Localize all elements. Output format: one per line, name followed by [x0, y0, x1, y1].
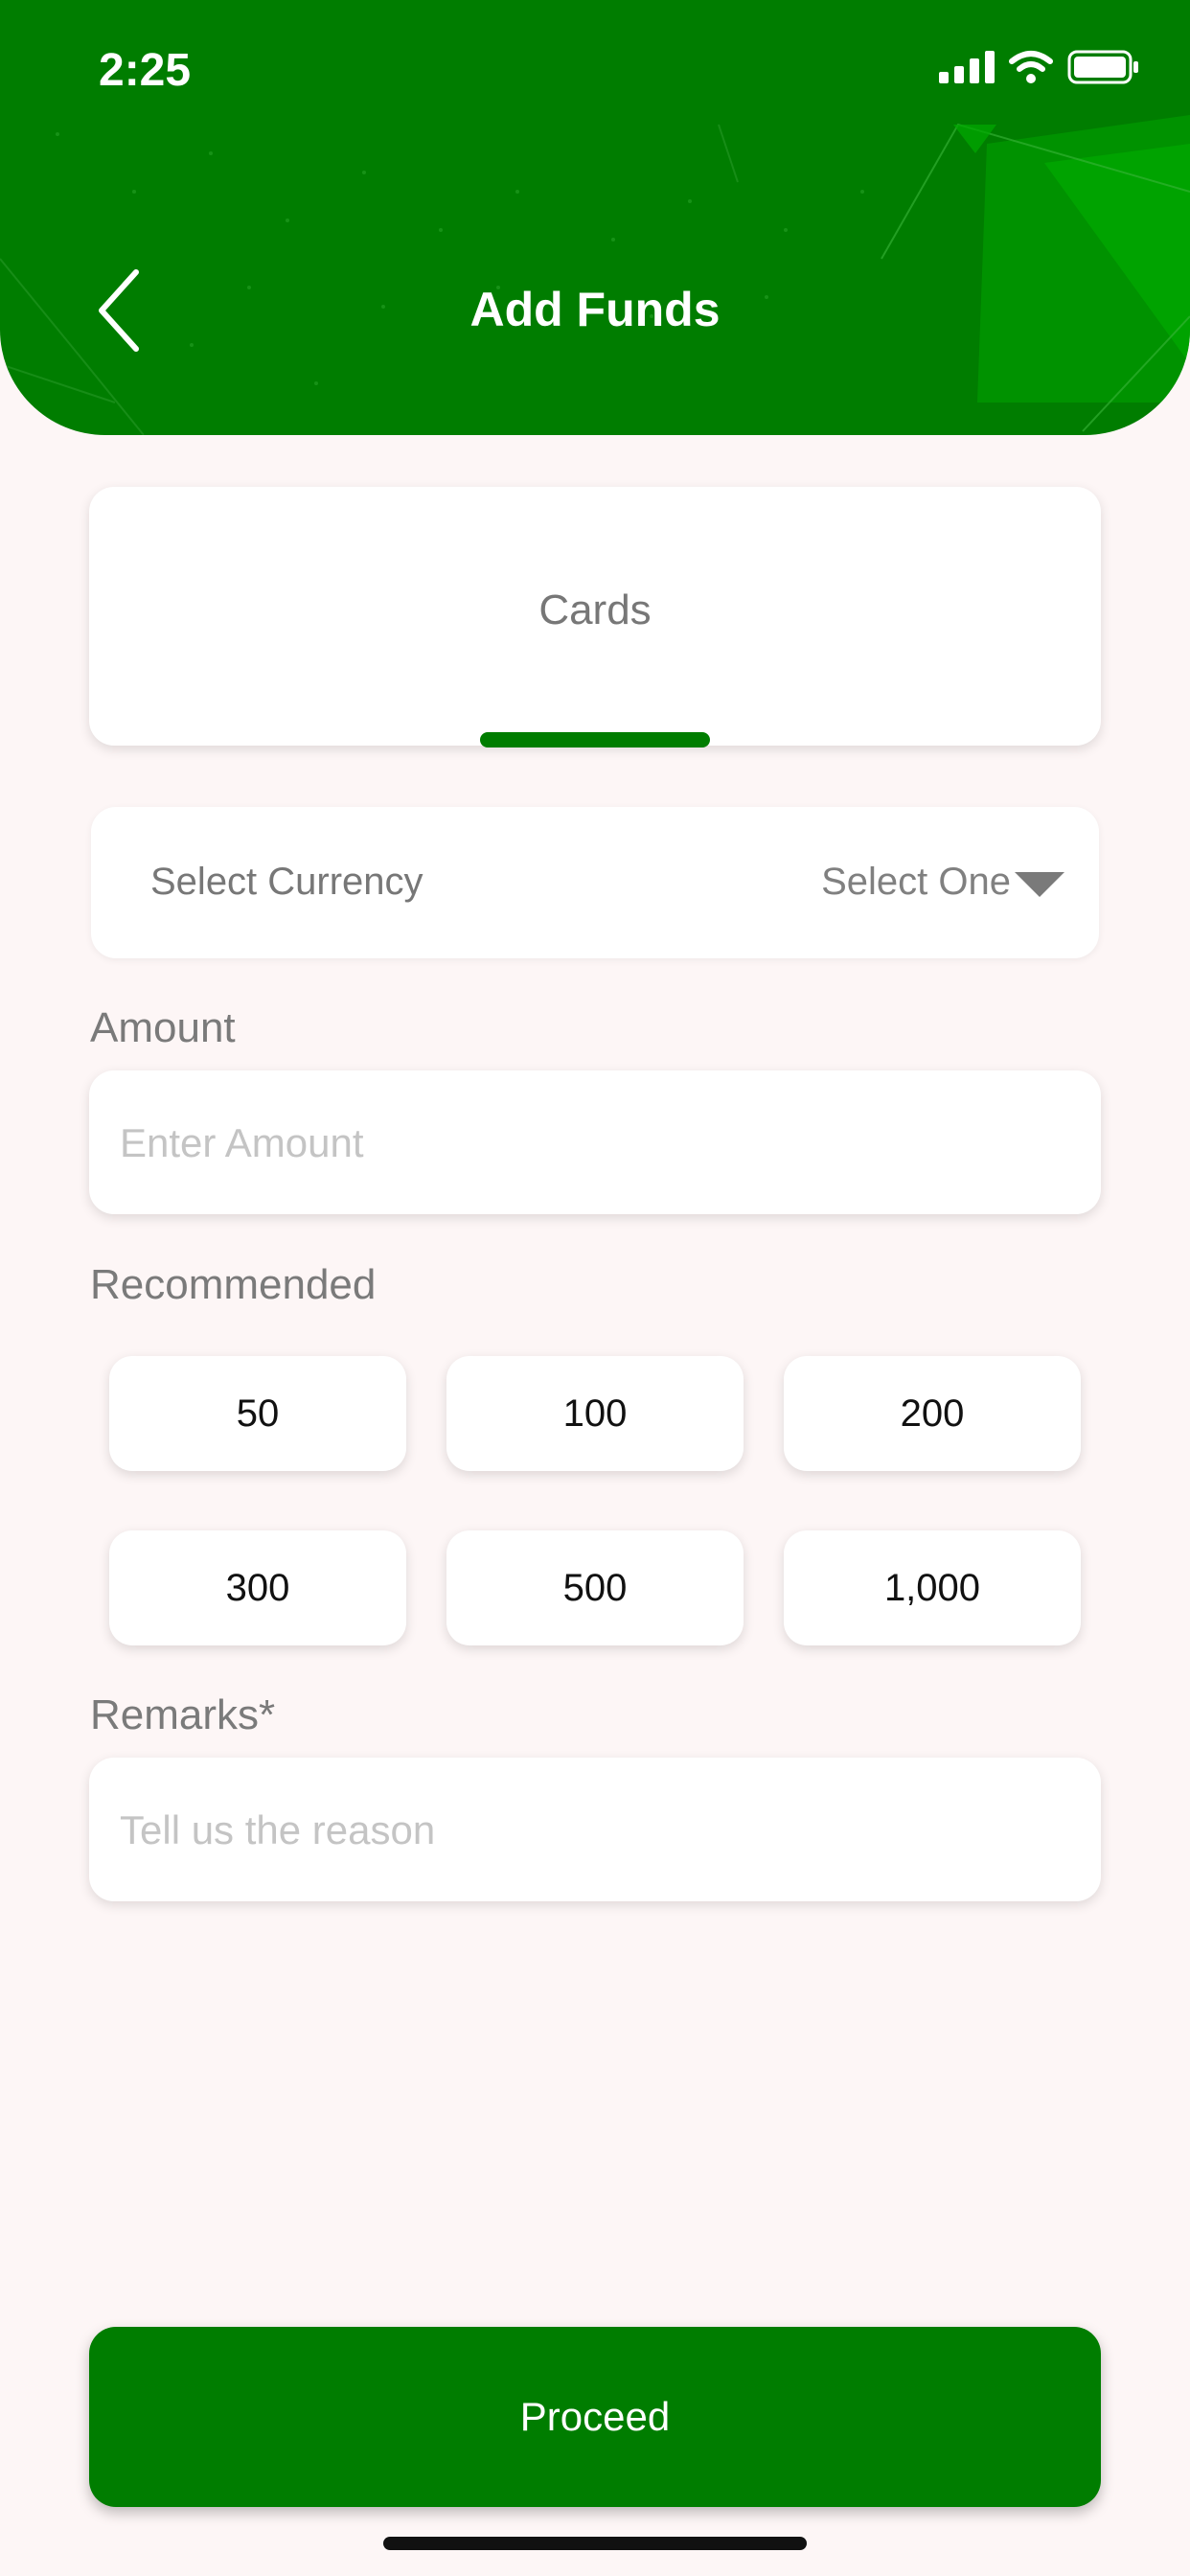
- amount-input[interactable]: [118, 1070, 1070, 1216]
- recommended-amount-chip[interactable]: 1,000: [784, 1530, 1081, 1645]
- status-time: 2:25: [99, 45, 192, 96]
- proceed-button[interactable]: Proceed: [89, 2327, 1101, 2507]
- header: 2:25 Add Funds: [0, 0, 1190, 435]
- home-indicator: [383, 2537, 807, 2550]
- status-icons: [939, 50, 1140, 84]
- payment-method-tabs: Cards: [89, 487, 1101, 748]
- currency-select[interactable]: Select Currency Select One: [91, 807, 1099, 958]
- battery-icon: [1067, 50, 1138, 84]
- remarks-label: Remarks*: [90, 1691, 276, 1738]
- currency-selected-value: Select One: [821, 861, 1011, 903]
- amount-field-container: [89, 1070, 1101, 1216]
- tab-active-indicator: [480, 732, 710, 748]
- remarks-field-container: [89, 1758, 1101, 1903]
- page-title: Add Funds: [469, 283, 721, 336]
- wifi-icon: [1009, 51, 1053, 83]
- recommended-amount-chip[interactable]: 500: [446, 1530, 744, 1645]
- dropdown-caret-icon: [1015, 872, 1064, 897]
- remarks-input[interactable]: [118, 1758, 1070, 1903]
- recommended-label: Recommended: [90, 1261, 377, 1308]
- signal-icon: [939, 51, 995, 83]
- recommended-amount-chip[interactable]: 50: [109, 1356, 406, 1471]
- currency-label: Select Currency: [150, 861, 423, 903]
- tab-cards[interactable]: Cards: [89, 586, 1101, 634]
- recommended-amount-chip[interactable]: 100: [446, 1356, 744, 1471]
- amount-label: Amount: [90, 1004, 236, 1051]
- recommended-amount-chip[interactable]: 300: [109, 1530, 406, 1645]
- recommended-amount-chip[interactable]: 200: [784, 1356, 1081, 1471]
